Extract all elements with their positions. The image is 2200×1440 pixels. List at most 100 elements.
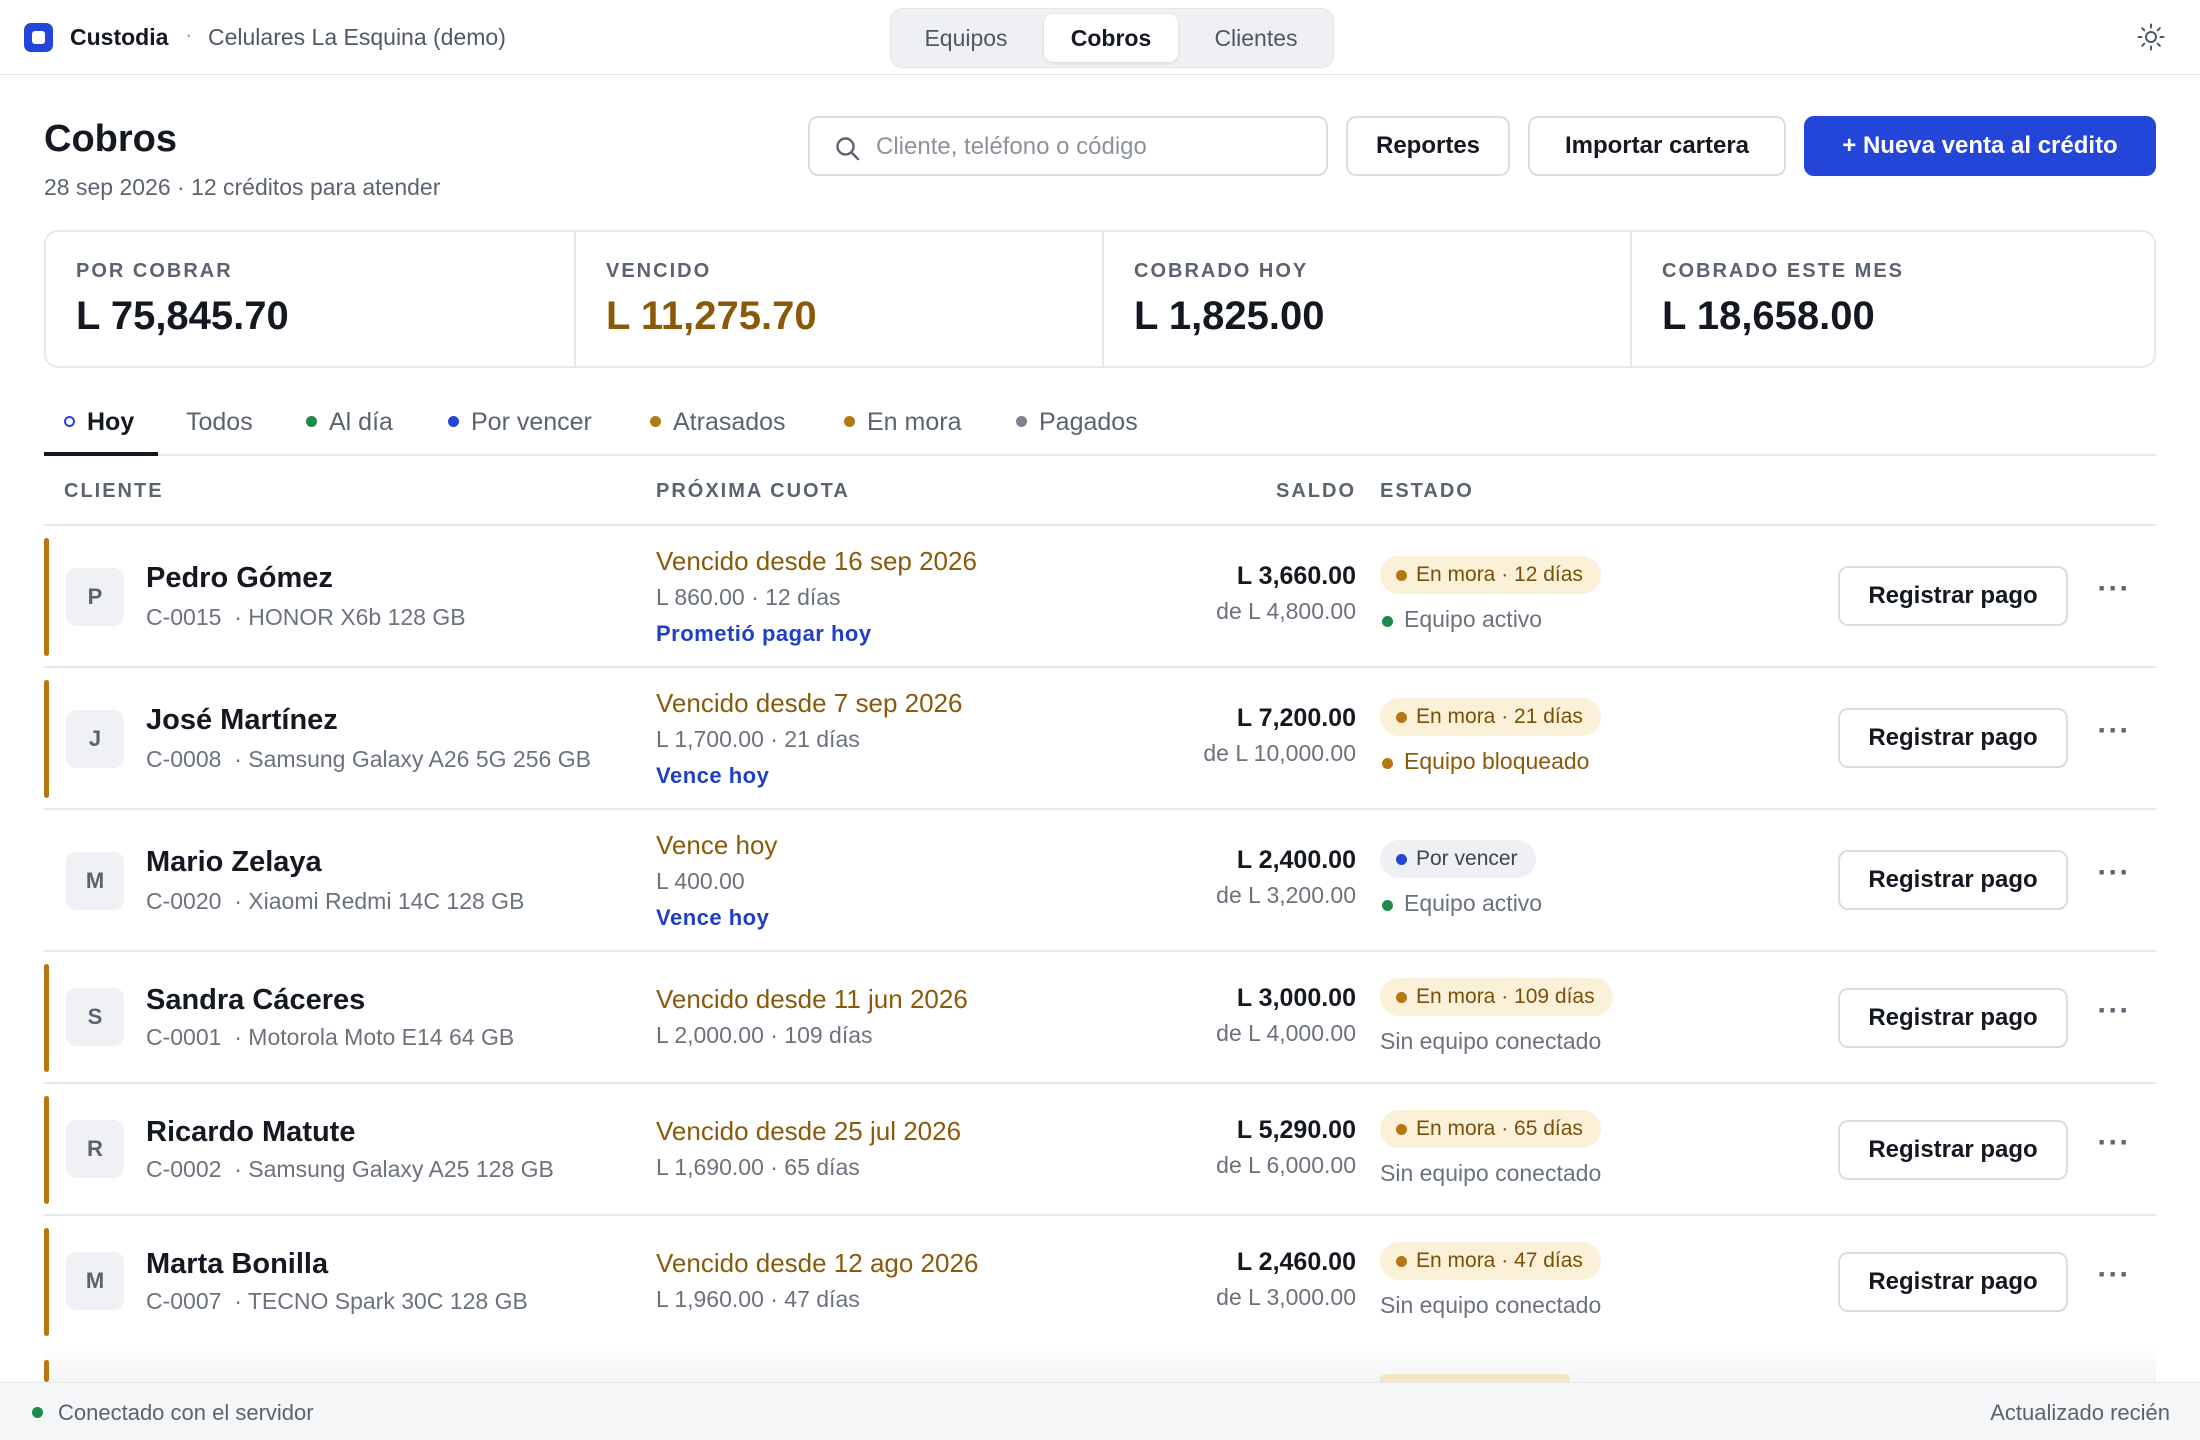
installment-detail: L 400.00 — [656, 868, 745, 894]
sun-icon[interactable] — [2136, 22, 2166, 52]
register-payment-button[interactable]: Registrar pago — [1838, 1252, 2068, 1312]
status-bar: Conectado con el servidor Actualizado re… — [0, 1382, 2200, 1440]
kpi-value: L 1,825.00 — [1134, 294, 1325, 338]
store-name: Celulares La Esquina (demo) — [208, 24, 506, 50]
device-state: Sin equipo conectado — [1380, 1292, 1602, 1318]
kpi-vencido: VENCIDO L 11,275.70 — [574, 232, 1102, 366]
next-row-fade — [44, 1346, 2156, 1384]
custodia-logo-icon[interactable] — [24, 23, 53, 52]
more-icon[interactable]: ··· — [2094, 858, 2134, 898]
device-model: Samsung Galaxy A26 5G 256 GB — [248, 746, 591, 772]
device-state: Sin equipo conectado — [1380, 1160, 1602, 1186]
kpi-value: L 18,658.00 — [1662, 294, 1875, 338]
device-model: HONOR X6b 128 GB — [248, 604, 466, 630]
tab-pagados[interactable]: Pagados — [1016, 402, 1138, 442]
reports-button[interactable]: Reportes — [1346, 116, 1510, 176]
client-meta: C-0002 · Samsung Galaxy A25 128 GB — [146, 1156, 554, 1182]
kpi-label: POR COBRAR — [76, 260, 233, 282]
client-name[interactable]: Ricardo Matute — [146, 1116, 355, 1149]
tab-label: Por vencer — [471, 408, 592, 436]
register-payment-button[interactable]: Registrar pago — [1838, 988, 2068, 1048]
kpi-por-cobrar: POR COBRAR L 75,845.70 — [46, 232, 574, 366]
tab-label: Pagados — [1039, 408, 1138, 436]
client-name[interactable]: Sandra Cáceres — [146, 984, 365, 1017]
page-title: Cobros — [44, 118, 177, 160]
column-header-balance: SALDO — [1276, 480, 1356, 502]
client-code: C-0020 — [146, 888, 222, 914]
device-model: Samsung Galaxy A25 128 GB — [248, 1156, 554, 1182]
installment-detail: L 1,960.00 · 47 días — [656, 1286, 860, 1312]
connection-status: Conectado con el servidor — [58, 1400, 314, 1425]
nav-tab-equipos[interactable]: Equipos — [896, 14, 1036, 62]
client-name[interactable]: Pedro Gómez — [146, 562, 333, 595]
tab-todos[interactable]: Todos — [186, 402, 253, 442]
status-badge: En mora · 65 días — [1380, 1110, 1601, 1148]
device-model: TECNO Spark 30C 128 GB — [247, 1288, 528, 1314]
brand-name[interactable]: Custodia — [70, 24, 168, 51]
register-payment-button[interactable]: Registrar pago — [1838, 566, 2068, 626]
due-date: Vencido desde 16 sep 2026 — [656, 546, 977, 576]
overdue-indicator — [44, 964, 49, 1072]
status-badge: En mora · 21 días — [1380, 698, 1601, 736]
more-icon[interactable]: ··· — [2094, 1260, 2134, 1300]
client-name[interactable]: Mario Zelaya — [146, 846, 322, 879]
register-payment-button[interactable]: Registrar pago — [1838, 850, 2068, 910]
client-code: C-0008 — [146, 746, 222, 772]
balance-amount: L 2,460.00 — [1236, 1248, 1356, 1276]
search-box[interactable] — [808, 116, 1328, 176]
balance-total: de L 10,000.00 — [1203, 740, 1356, 766]
status-dot-icon — [844, 415, 855, 427]
avatar: R — [66, 1120, 124, 1178]
more-icon[interactable]: ··· — [2094, 574, 2134, 614]
more-icon[interactable]: ··· — [2094, 1128, 2134, 1168]
table-row[interactable]: J José Martínez C-0008 · Samsung Galaxy … — [44, 668, 2156, 810]
device-state: Equipo bloqueado — [1380, 748, 1589, 775]
table-row[interactable]: M Marta Bonilla C-0007 · TECNO Spark 30C… — [44, 1216, 2156, 1348]
table-row[interactable]: P Pedro Gómez C-0015 · HONOR X6b 128 GB … — [44, 526, 2156, 668]
nav-tab-clientes[interactable]: Clientes — [1185, 14, 1327, 62]
status-badge: En mora · 109 días — [1380, 978, 1613, 1016]
nav-tab-cobros[interactable]: Cobros — [1044, 14, 1178, 62]
tab-label: Todos — [186, 408, 253, 436]
tab-hoy[interactable]: Hoy — [64, 402, 134, 442]
device-state: Equipo activo — [1380, 606, 1542, 633]
status-dot-icon — [64, 415, 75, 427]
tab-al-dia[interactable]: Al día — [306, 402, 393, 442]
register-payment-button[interactable]: Registrar pago — [1838, 1120, 2068, 1180]
balance-total: de L 3,000.00 — [1216, 1284, 1356, 1310]
table-row[interactable]: M Mario Zelaya C-0020 · Xiaomi Redmi 14C… — [44, 810, 2156, 952]
register-payment-button[interactable]: Registrar pago — [1838, 708, 2068, 768]
new-credit-sale-button[interactable]: + Nueva venta al crédito — [1804, 116, 2156, 176]
table-row[interactable]: R Ricardo Matute C-0002 · Samsung Galaxy… — [44, 1084, 2156, 1216]
status-dot-icon — [448, 415, 459, 427]
avatar: P — [66, 568, 124, 626]
tab-atrasados[interactable]: Atrasados — [650, 402, 786, 442]
table-row[interactable]: S Sandra Cáceres C-0001 · Motorola Moto … — [44, 952, 2156, 1084]
client-name[interactable]: Marta Bonilla — [146, 1248, 328, 1281]
more-icon[interactable]: ··· — [2094, 716, 2134, 756]
top-bar: Custodia · Celulares La Esquina (demo) E… — [0, 0, 2200, 75]
status-badge: Por vencer — [1380, 840, 1536, 878]
search-input[interactable] — [876, 128, 1316, 166]
status-badge: En mora · 12 días — [1380, 556, 1601, 594]
kpi-label: VENCIDO — [606, 260, 712, 282]
tab-label: En mora — [867, 408, 962, 436]
overdue-indicator — [44, 680, 49, 798]
connection-status-icon — [32, 1407, 43, 1418]
client-meta: C-0001 · Motorola Moto E14 64 GB — [146, 1024, 515, 1050]
brand-separator: · — [185, 22, 193, 47]
client-code: C-0015 — [146, 604, 222, 630]
balance-amount: L 7,200.00 — [1236, 704, 1356, 732]
client-meta: C-0007 · TECNO Spark 30C 128 GB — [146, 1288, 528, 1314]
due-date: Vencido desde 12 ago 2026 — [656, 1248, 979, 1278]
tab-por-vencer[interactable]: Por vencer — [448, 402, 592, 442]
device-state: Equipo activo — [1380, 890, 1542, 917]
filter-tabs: Hoy Todos Al día Por vencer Atrasados En… — [44, 390, 2156, 456]
more-icon[interactable]: ··· — [2094, 996, 2134, 1036]
device-model: Motorola Moto E14 64 GB — [248, 1024, 515, 1050]
installment-detail: L 2,000.00 · 109 días — [656, 1022, 873, 1048]
import-portfolio-button[interactable]: Importar cartera — [1528, 116, 1786, 176]
client-name[interactable]: José Martínez — [146, 704, 338, 737]
tab-en-mora[interactable]: En mora — [844, 402, 961, 442]
overdue-indicator — [44, 1228, 49, 1336]
